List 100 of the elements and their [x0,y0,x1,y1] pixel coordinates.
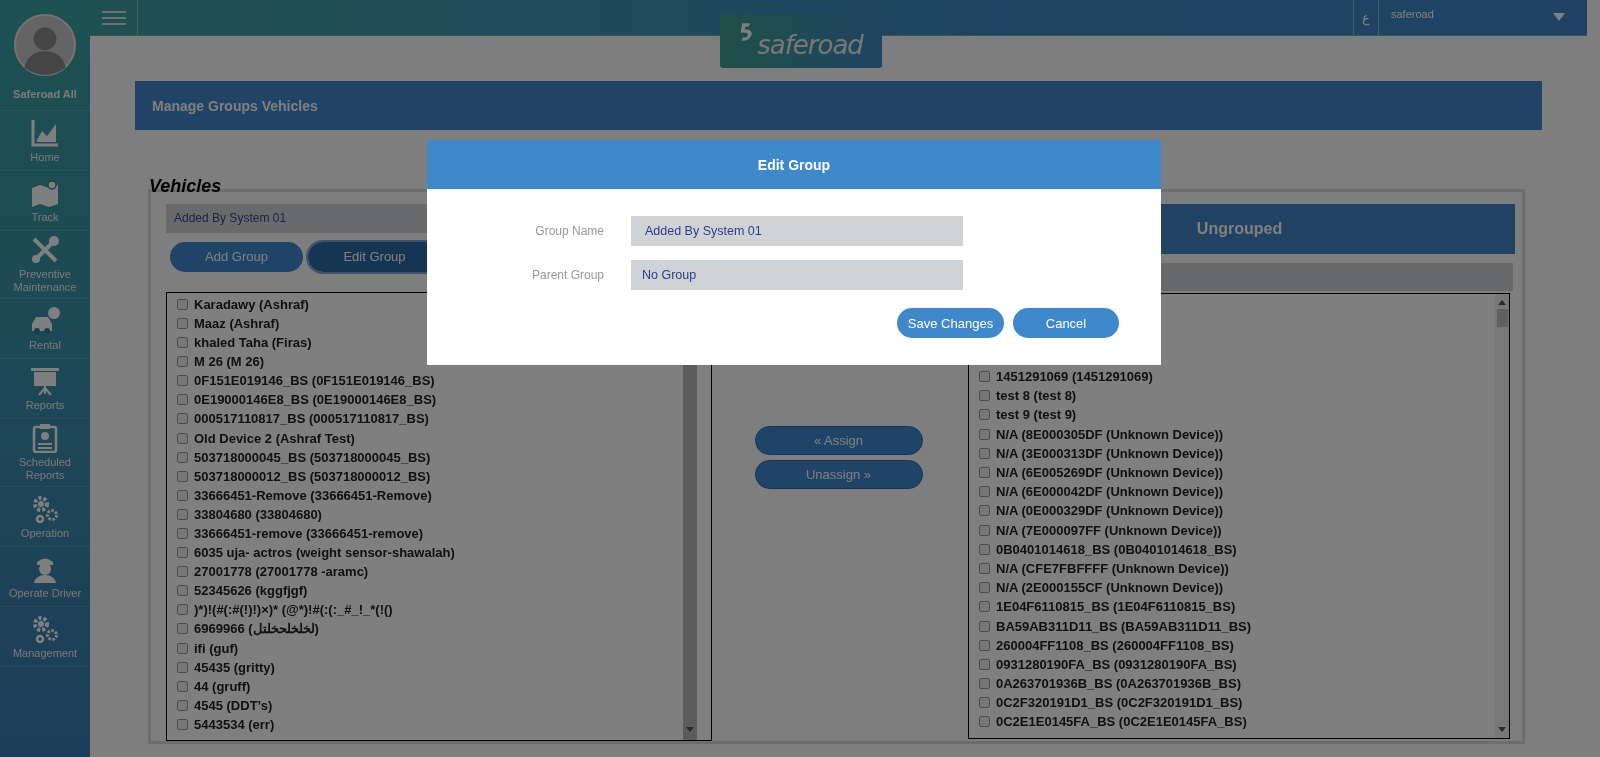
vehicle-label: khaled Taha (Firas) [194,335,312,351]
checkbox[interactable] [177,566,188,578]
checkbox[interactable] [177,489,188,501]
vehicle-label: N/A (6E000042DF (Unknown Device)) [996,484,1224,500]
logo: saferoad [720,14,882,68]
checkbox[interactable] [979,678,990,690]
vehicle-label: 52345626 (kggfjgf) [194,583,308,599]
checkbox[interactable] [177,508,188,520]
checkbox[interactable] [177,432,188,444]
checkbox[interactable] [979,658,990,670]
vehicle-label: 0B0401014618_BS (0B0401014618_BS) [996,541,1237,557]
field-label: Group Name [534,224,605,238]
vehicle-label: 503718000012_BS (503718000012_BS) [194,468,431,484]
checkbox[interactable] [979,447,990,459]
checkbox[interactable] [979,390,990,402]
vehicle-label: Karadawy (Ashraf) [194,296,309,312]
checkbox[interactable] [979,467,990,479]
dialog-title: Edit Group [757,156,831,173]
nav-item[interactable]: Operate Driver [0,547,90,607]
clipboard-icon [30,423,60,453]
checkbox[interactable] [177,699,188,711]
checkbox[interactable] [177,661,188,673]
checkbox[interactable] [177,356,188,368]
tools-icon [30,235,60,265]
checkbox[interactable] [177,680,188,692]
checkbox[interactable] [177,298,188,310]
checkbox[interactable] [177,585,188,597]
scroll-down-icon[interactable] [1498,727,1506,732]
nav-item[interactable]: Scheduled Reports [0,419,90,487]
dialog-button[interactable]: Cancel [1013,308,1119,338]
nav-item[interactable]: Preventive Maintenance [0,231,90,299]
assign-button[interactable]: « Assign [754,426,923,455]
scroll-down-icon[interactable] [686,727,694,732]
map-icon [30,177,60,208]
checkbox[interactable] [177,413,188,425]
vehicle-label: 1E04F6110815_BS (1E04F6110815_BS) [996,599,1236,615]
checkbox[interactable] [979,639,990,651]
input-field[interactable]: No Group [631,260,963,290]
vehicle-label: 6035 uja- actros (weight sensor-shawalah) [194,545,455,561]
vehicle-label: 0E19000146E8_BS (0E19000146E8_BS) [194,392,437,408]
vehicle-label: 6969966 (لخلخلحخلتل) [194,621,319,637]
nav-item[interactable]: Reports [0,359,90,419]
vehicle-label: 5443534 (err) [194,716,275,732]
checkbox[interactable] [177,718,188,730]
vehicle-label: N/A (8E000305DF (Unknown Device)) [996,426,1224,442]
checkbox[interactable] [979,620,990,632]
checkbox[interactable] [177,547,188,559]
vehicle-label: 260004FF1108_BS (260004FF1108_BS) [996,637,1234,653]
scroll-up-icon[interactable] [1498,300,1506,305]
checkbox[interactable] [177,451,188,463]
checkbox[interactable] [979,543,990,555]
nav-item[interactable]: Track [0,171,90,231]
gears-icon [30,613,60,644]
checkbox[interactable] [177,375,188,387]
checkbox[interactable] [177,642,188,654]
vehicle-label: test 8 (test 8) [996,388,1077,404]
checkbox[interactable] [177,623,188,635]
checkbox[interactable] [979,428,990,440]
checkbox[interactable] [979,562,990,574]
checkbox[interactable] [177,317,188,329]
dialog-button[interactable]: Save Changes [897,308,1004,338]
vehicle-label: 503718000045_BS (503718000045_BS) [194,449,431,465]
vehicle-label: N/A (6E005269DF (Unknown Device)) [996,465,1224,481]
checkbox[interactable] [979,524,990,536]
checkbox[interactable] [177,470,188,482]
nav-item[interactable]: Management [0,607,90,667]
scrollbar[interactable] [1495,294,1509,738]
group-button[interactable]: Add Group [170,241,303,272]
vehicle-label: 27001778 (27001778 -aramc) [194,564,369,580]
checkbox[interactable] [979,582,990,594]
checkbox[interactable] [177,604,188,616]
vehicle-label: )*)!(#(:#(!)!)×)* (@*)!#(:(:_#_!_*(!() [194,602,393,618]
vehicle-label: Maaz (Ashraf) [194,315,280,331]
checkbox[interactable] [979,486,990,498]
assign-button[interactable]: Unassign » [754,460,923,489]
gears-icon [30,493,60,524]
language-toggle[interactable]: ع [1353,0,1379,35]
vehicle-label: 4545 (DDT’s) [194,697,273,713]
vehicle-label: 33666451-Remove (33666451-Remove) [194,487,432,503]
ungrouped-title: Ungrouped [1196,220,1283,238]
checkbox[interactable] [177,337,188,349]
scroll-thumb[interactable] [1496,309,1508,327]
checkbox[interactable] [979,505,990,517]
checkbox[interactable] [979,601,990,613]
vehicle-label: 45435 (gritty) [194,659,275,675]
checkbox[interactable] [177,394,188,406]
user-dropdown[interactable]: saferoad [1379,0,1587,35]
checkbox[interactable] [177,528,188,539]
checkbox[interactable] [979,409,990,421]
page-title: Manage Groups Vehicles [152,97,318,114]
nav-item[interactable]: Operation [0,487,90,547]
input-field[interactable]: Added By System 01 [631,216,963,246]
nav-item[interactable]: Home [0,111,90,171]
checkbox[interactable] [979,716,990,728]
vehicle-label: Old Device 2 (Ashraf Test) [194,430,355,446]
vehicle-label: 000517110817_BS (000517110817_BS) [194,411,429,427]
checkbox[interactable] [979,371,990,383]
car-icon [30,305,60,336]
checkbox[interactable] [979,697,990,709]
nav-item[interactable]: Rental [0,299,90,359]
